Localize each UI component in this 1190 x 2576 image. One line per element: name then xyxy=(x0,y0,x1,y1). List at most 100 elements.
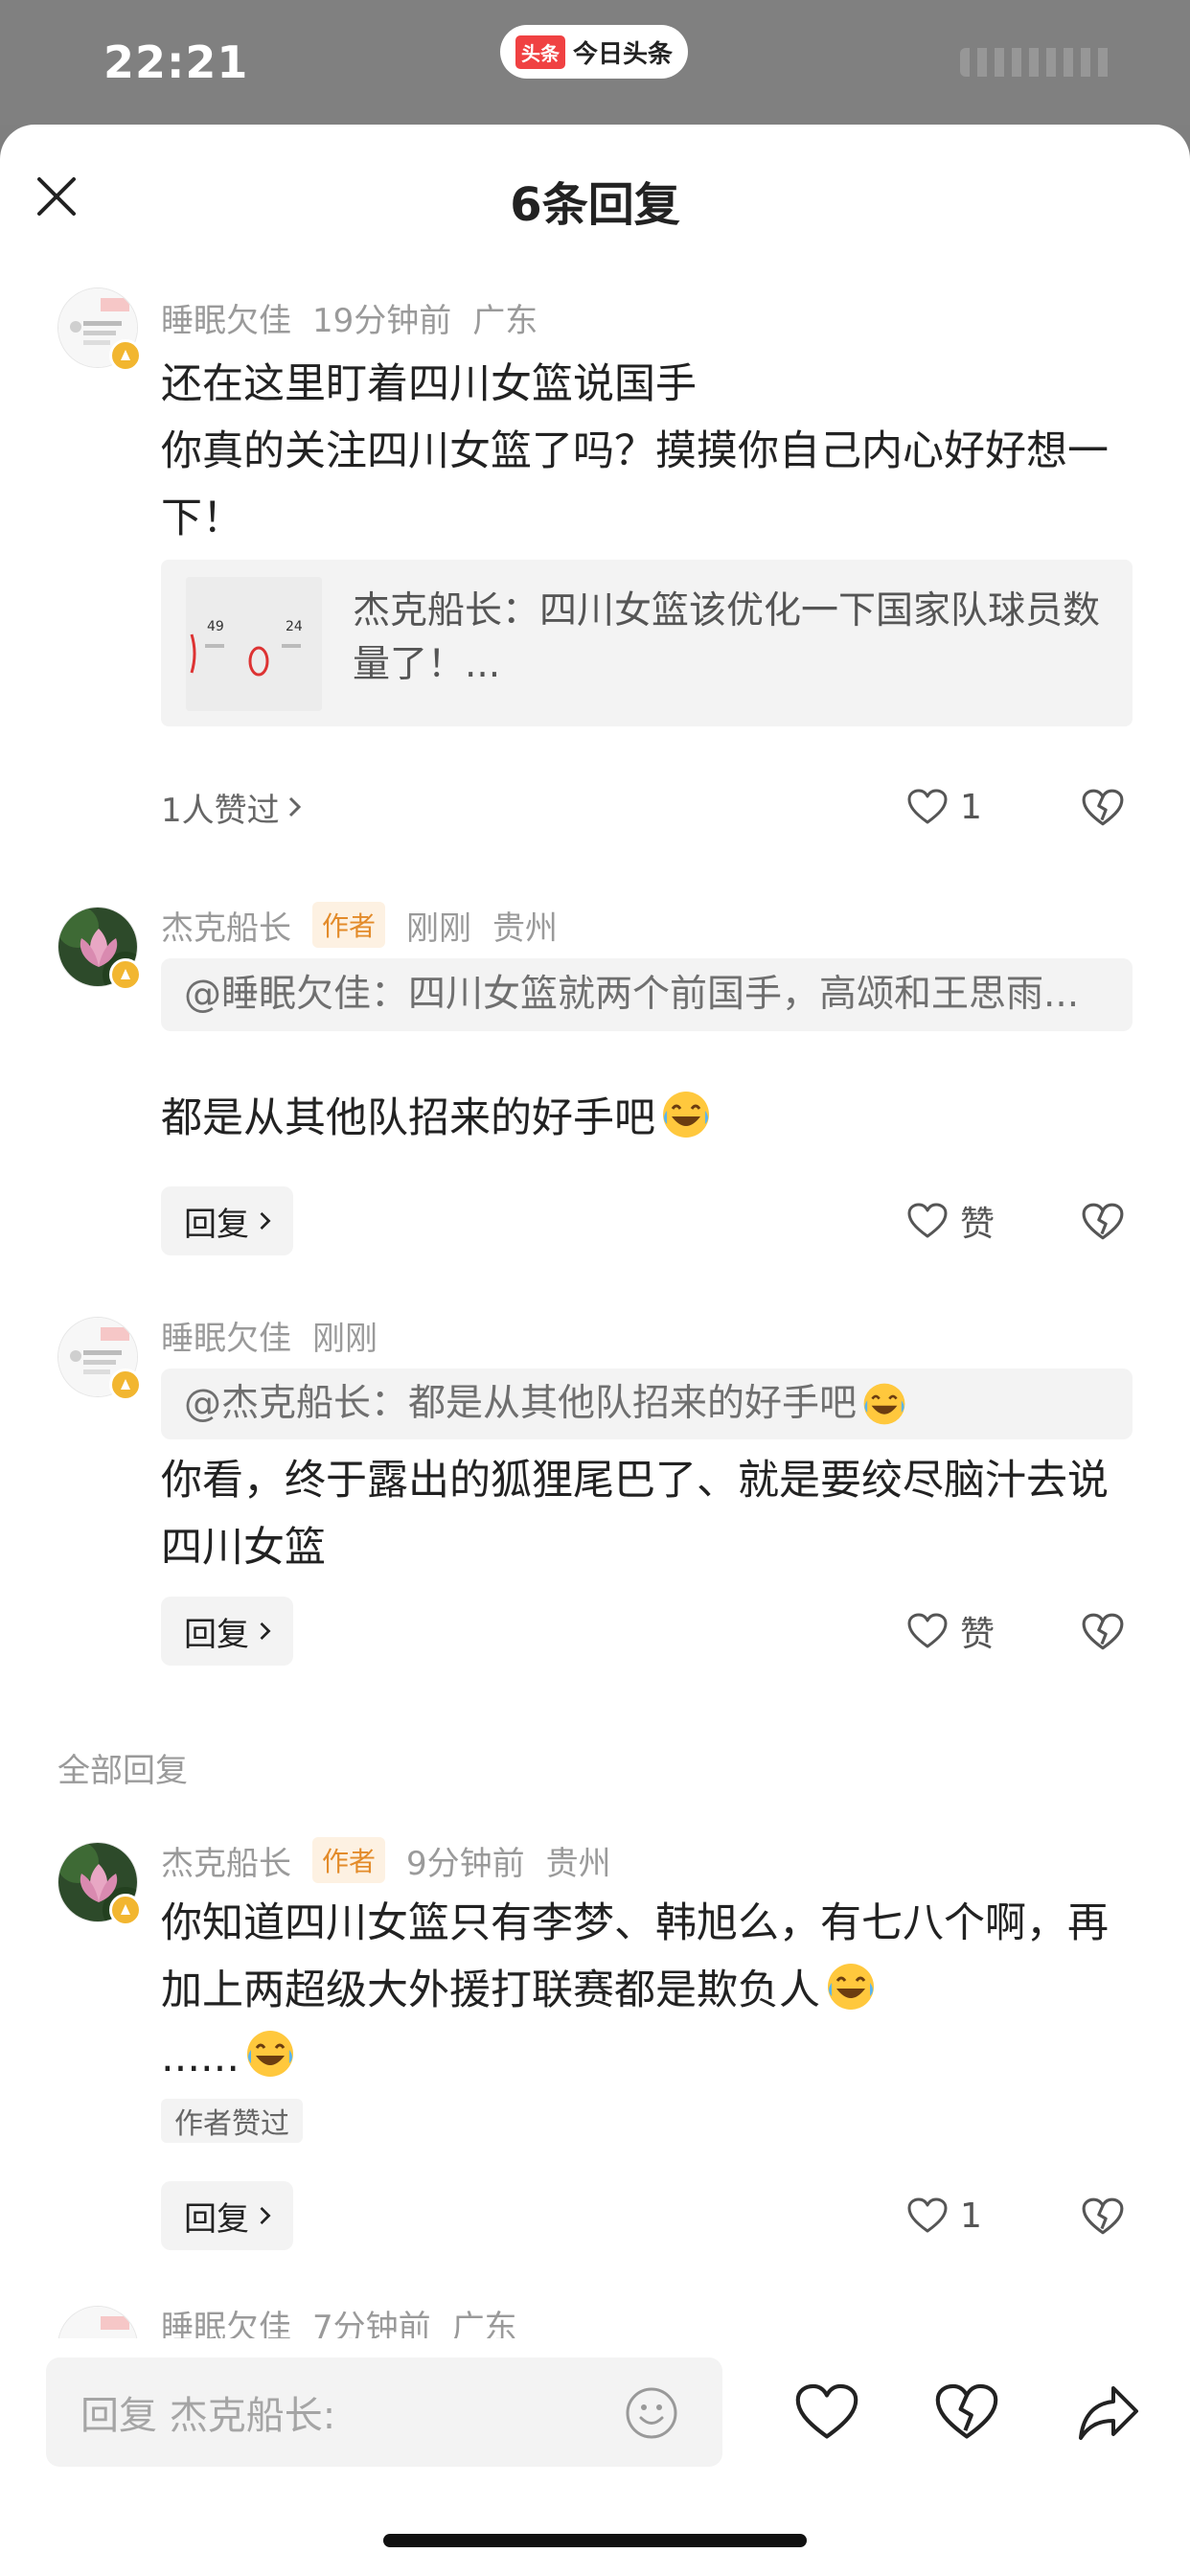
dislike-button[interactable] xyxy=(1081,786,1125,830)
reply-label: 回复 xyxy=(184,1615,249,1654)
avatar[interactable] xyxy=(57,288,142,372)
article-snippet: 杰克船长：四川女篮该优化一下国家队球员数量了！... xyxy=(353,589,1101,686)
comment-text-content: 你知道四川女篮只有李梦、韩旭么，有七八个啊，再加上两超级大外援打联赛都是欺负人 xyxy=(161,1899,1109,2014)
like-count: 1 xyxy=(960,2196,982,2236)
timestamp: 刚刚 xyxy=(406,908,472,948)
svg-text:24: 24 xyxy=(286,619,303,634)
emoji-picker-button[interactable] xyxy=(625,2386,678,2440)
reply-label: 回复 xyxy=(184,1205,249,1244)
heart-icon xyxy=(907,2197,948,2233)
dislike-button[interactable] xyxy=(1081,1610,1125,1654)
comment-meta: 睡眠欠佳 19分钟前 广东 xyxy=(161,294,538,341)
app-root: 22:21 头条 今日头条 6条回复 睡眠欠佳 19分钟前 广东 还在这里盯着四… xyxy=(0,0,1190,2576)
like-button[interactable]: 1 xyxy=(906,2181,982,2250)
author-tag: 作者 xyxy=(312,1837,386,1883)
level-badge-icon xyxy=(109,339,142,372)
level-badge-icon xyxy=(109,1894,142,1926)
laughing-tears-emoji-icon xyxy=(863,1383,905,1425)
username[interactable]: 杰克船长 xyxy=(161,1837,291,1884)
timestamp: 19分钟前 xyxy=(312,301,452,340)
sheet-title: 6条回复 xyxy=(510,178,680,232)
status-bar: 22:21 头条 今日头条 xyxy=(0,0,1190,125)
heart-icon xyxy=(795,2383,858,2439)
location: 广东 xyxy=(472,301,538,340)
heart-icon xyxy=(907,789,948,824)
article-thumbnail: 49 24 xyxy=(186,577,322,711)
laughing-tears-emoji-icon xyxy=(828,1964,874,2010)
like-label: 赞 xyxy=(960,1615,995,1654)
chevron-right-icon xyxy=(260,1211,271,1230)
comment-text: 你知道四川女篮只有李梦、韩旭么，有七八个啊，再加上两超级大外援打联赛都是欺负人 … xyxy=(161,1890,1129,2091)
comment-actions: 回复 赞 xyxy=(0,1186,1190,1255)
like-count: 1 xyxy=(960,787,982,827)
broken-heart-icon xyxy=(1082,789,1124,826)
like-button[interactable]: 赞 xyxy=(906,1597,995,1666)
like-button[interactable] xyxy=(793,2379,860,2446)
replies-sheet: 6条回复 睡眠欠佳 19分钟前 广东 还在这里盯着四川女篮说国手 你真的关注四川… xyxy=(0,125,1190,2576)
likers-link[interactable]: 1人赞过 xyxy=(161,772,305,841)
comment-text-content: 都是从其他队招来的好手吧 xyxy=(161,1094,655,1142)
sheet-header: 6条回复 xyxy=(0,125,1190,268)
quoted-reply: @睡眠欠佳：四川女篮就两个前国手，高颂和王思雨... xyxy=(161,958,1133,1031)
avatar[interactable] xyxy=(57,1317,142,1401)
comment-actions: 回复 赞 xyxy=(0,1597,1190,1666)
username[interactable]: 睡眠欠佳 xyxy=(161,294,291,341)
avatar[interactable] xyxy=(57,907,142,991)
dislike-button[interactable] xyxy=(933,2379,1000,2446)
location: 贵州 xyxy=(492,908,559,948)
likers-text: 1人赞过 xyxy=(161,791,280,830)
heart-icon xyxy=(907,1203,948,1238)
username[interactable]: 杰克船长 xyxy=(161,902,291,949)
like-button[interactable]: 1 xyxy=(906,772,982,841)
broken-heart-icon xyxy=(1082,1203,1124,1240)
smiley-icon xyxy=(626,2387,677,2439)
comment-actions: 1人赞过 1 xyxy=(0,772,1190,841)
broken-heart-icon xyxy=(1082,2197,1124,2235)
share-arrow-icon xyxy=(1079,2386,1138,2440)
like-label: 赞 xyxy=(960,1205,995,1244)
username[interactable]: 睡眠欠佳 xyxy=(161,1312,291,1359)
timestamp: 9分钟前 xyxy=(406,1844,525,1883)
comment-text-tail: ...... xyxy=(161,2034,240,2082)
comment-actions: 回复 1 xyxy=(0,2181,1190,2250)
reply-input-placeholder: 回复 杰克船长: xyxy=(80,2394,336,2438)
comment-meta: 杰克船长 作者 9分钟前 贵州 xyxy=(161,1837,611,1884)
chevron-right-icon xyxy=(288,796,301,817)
status-indicators xyxy=(960,48,1113,77)
location: 贵州 xyxy=(545,1844,611,1883)
quoted-article-card[interactable]: 49 24 杰克船长：四川女篮该优化一下国家队球员数量了！... xyxy=(161,560,1133,726)
comment-text: 都是从其他队招来的好手吧 xyxy=(161,1085,1129,1152)
comment-text: 还在这里盯着四川女篮说国手 你真的关注四川女篮了吗？摸摸你自己内心好好想一下！ xyxy=(161,360,1109,542)
comment-text: 你看，终于露出的狐狸尾巴了、就是要绞尽脑汁去说四川女篮 xyxy=(161,1457,1109,1572)
dislike-button[interactable] xyxy=(1081,2195,1125,2239)
home-indicator xyxy=(383,2534,807,2547)
author-liked-badge: 作者赞过 xyxy=(161,2099,303,2143)
quoted-reply-text: @杰克船长：都是从其他队招来的好手吧 xyxy=(184,1382,858,1425)
app-name: 今日头条 xyxy=(572,39,673,69)
chevron-right-icon xyxy=(260,2206,271,2225)
reply-button[interactable]: 回复 xyxy=(161,1597,293,1666)
broken-heart-icon xyxy=(935,2383,998,2439)
laughing-tears-emoji-icon xyxy=(247,2031,294,2077)
dislike-button[interactable] xyxy=(1081,1200,1125,1244)
status-time: 22:21 xyxy=(103,36,249,88)
reply-button[interactable]: 回复 xyxy=(161,2181,293,2250)
level-badge-icon xyxy=(109,958,142,991)
all-replies-label: 全部回复 xyxy=(57,1752,188,1790)
reply-button[interactable]: 回复 xyxy=(161,1186,293,1255)
avatar[interactable] xyxy=(57,1842,142,1926)
level-badge-icon xyxy=(109,1368,142,1401)
laughing-tears-emoji-icon xyxy=(663,1092,709,1138)
chevron-right-icon xyxy=(260,1622,271,1641)
comment-meta: 杰克船长 作者 刚刚 贵州 xyxy=(161,902,559,949)
share-button[interactable] xyxy=(1075,2379,1142,2446)
reply-input[interactable]: 回复 杰克船长: xyxy=(46,2358,722,2467)
timestamp: 刚刚 xyxy=(312,1319,378,1358)
reply-label: 回复 xyxy=(184,2199,249,2239)
app-badge[interactable]: 头条 今日头条 xyxy=(500,25,688,79)
comment-meta: 睡眠欠佳 刚刚 xyxy=(161,1312,378,1359)
heart-icon xyxy=(907,1613,948,1648)
app-logo: 头条 xyxy=(515,34,565,69)
like-button[interactable]: 赞 xyxy=(906,1186,995,1255)
author-tag: 作者 xyxy=(312,902,386,948)
